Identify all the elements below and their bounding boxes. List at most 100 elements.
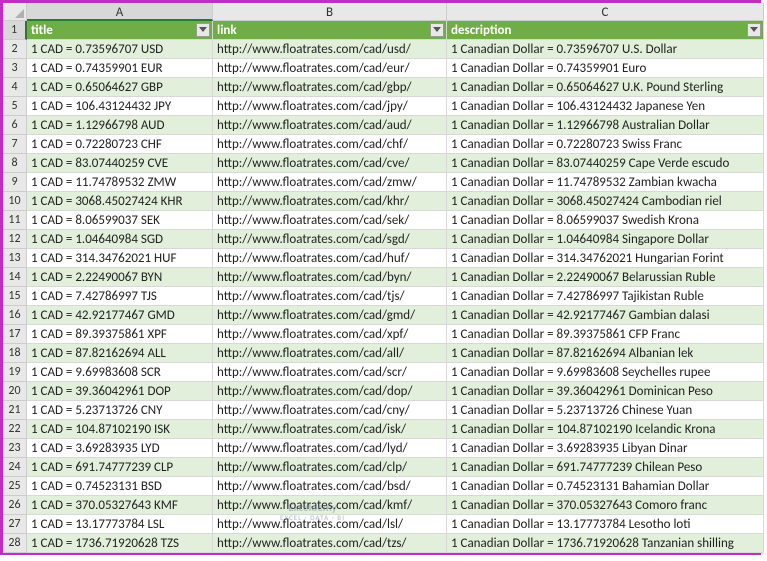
table-header-description[interactable]: description [447,21,764,40]
row-header-6[interactable]: 6 [3,116,27,135]
table-header-title[interactable]: title [27,21,213,40]
cell-description[interactable]: 1 Canadian Dollar = 106.43124432 Japanes… [447,97,764,116]
cell-link[interactable]: http://www.floatrates.com/cad/khr/ [213,192,447,211]
cell-description[interactable]: 1 Canadian Dollar = 9.69983608 Seychelle… [447,363,764,382]
cell-link[interactable]: http://www.floatrates.com/cad/lsl/ [213,515,447,534]
cell-link[interactable]: http://www.floatrates.com/cad/sgd/ [213,230,447,249]
cell-title[interactable]: 1 CAD = 8.06599037 SEK [27,211,213,230]
cell-link[interactable]: http://www.floatrates.com/cad/lyd/ [213,439,447,458]
row-header-11[interactable]: 11 [3,211,27,230]
cell-link[interactable]: http://www.floatrates.com/cad/xpf/ [213,325,447,344]
cell-title[interactable]: 1 CAD = 42.92177467 GMD [27,306,213,325]
row-header-21[interactable]: 21 [3,401,27,420]
cell-link[interactable]: http://www.floatrates.com/cad/tzs/ [213,534,447,553]
cell-link[interactable]: http://www.floatrates.com/cad/tjs/ [213,287,447,306]
row-header-5[interactable]: 5 [3,97,27,116]
cell-description[interactable]: 1 Canadian Dollar = 39.36042961 Dominica… [447,382,764,401]
column-header-a[interactable]: A [27,3,213,21]
cell-link[interactable]: http://www.floatrates.com/cad/cve/ [213,154,447,173]
cell-title[interactable]: 1 CAD = 2.22490067 BYN [27,268,213,287]
cell-link[interactable]: http://www.floatrates.com/cad/huf/ [213,249,447,268]
cell-title[interactable]: 1 CAD = 1.04640984 SGD [27,230,213,249]
cell-title[interactable]: 1 CAD = 83.07440259 CVE [27,154,213,173]
cell-description[interactable]: 1 Canadian Dollar = 87.82162694 Albanian… [447,344,764,363]
filter-dropdown-icon[interactable] [430,23,444,37]
cell-link[interactable]: http://www.floatrates.com/cad/bsd/ [213,477,447,496]
row-header-24[interactable]: 24 [3,458,27,477]
row-header-25[interactable]: 25 [3,477,27,496]
cell-title[interactable]: 1 CAD = 89.39375861 XPF [27,325,213,344]
row-header-7[interactable]: 7 [3,135,27,154]
cell-title[interactable]: 1 CAD = 5.23713726 CNY [27,401,213,420]
cell-description[interactable]: 1 Canadian Dollar = 0.65064627 U.K. Poun… [447,78,764,97]
cell-description[interactable]: 1 Canadian Dollar = 0.74359901 Euro [447,59,764,78]
cell-description[interactable]: 1 Canadian Dollar = 13.17773784 Lesotho … [447,515,764,534]
column-header-c[interactable]: C [447,3,764,21]
cell-description[interactable]: 1 Canadian Dollar = 3.69283935 Libyan Di… [447,439,764,458]
table-header-link[interactable]: link [213,21,447,40]
column-header-b[interactable]: B [213,3,447,21]
cell-title[interactable]: 1 CAD = 106.43124432 JPY [27,97,213,116]
cell-link[interactable]: http://www.floatrates.com/cad/all/ [213,344,447,363]
cell-title[interactable]: 1 CAD = 39.36042961 DOP [27,382,213,401]
cell-link[interactable]: http://www.floatrates.com/cad/aud/ [213,116,447,135]
cell-description[interactable]: 1 Canadian Dollar = 2.22490067 Belarussi… [447,268,764,287]
cell-title[interactable]: 1 CAD = 370.05327643 KMF [27,496,213,515]
row-header-15[interactable]: 15 [3,287,27,306]
row-header-23[interactable]: 23 [3,439,27,458]
cell-description[interactable]: 1 Canadian Dollar = 7.42786997 Tajikista… [447,287,764,306]
cell-title[interactable]: 1 CAD = 0.74359901 EUR [27,59,213,78]
row-header-3[interactable]: 3 [3,59,27,78]
cell-title[interactable]: 1 CAD = 87.82162694 ALL [27,344,213,363]
filter-dropdown-icon[interactable] [196,23,210,37]
cell-description[interactable]: 1 Canadian Dollar = 691.74777239 Chilean… [447,458,764,477]
cell-description[interactable]: 1 Canadian Dollar = 1.12966798 Australia… [447,116,764,135]
cell-link[interactable]: http://www.floatrates.com/cad/cny/ [213,401,447,420]
cell-title[interactable]: 1 CAD = 13.17773784 LSL [27,515,213,534]
cell-link[interactable]: http://www.floatrates.com/cad/dop/ [213,382,447,401]
row-header-14[interactable]: 14 [3,268,27,287]
cell-title[interactable]: 1 CAD = 3068.45027424 KHR [27,192,213,211]
row-header-22[interactable]: 22 [3,420,27,439]
row-header-8[interactable]: 8 [3,154,27,173]
row-header-13[interactable]: 13 [3,249,27,268]
cell-title[interactable]: 1 CAD = 9.69983608 SCR [27,363,213,382]
spreadsheet-grid[interactable]: ABC1titlelinkdescription21 CAD = 0.73596… [3,3,758,553]
cell-title[interactable]: 1 CAD = 3.69283935 LYD [27,439,213,458]
row-header-9[interactable]: 9 [3,173,27,192]
cell-description[interactable]: 1 Canadian Dollar = 89.39375861 CFP Fran… [447,325,764,344]
row-header-17[interactable]: 17 [3,325,27,344]
cell-title[interactable]: 1 CAD = 314.34762021 HUF [27,249,213,268]
cell-title[interactable]: 1 CAD = 691.74777239 CLP [27,458,213,477]
row-header-2[interactable]: 2 [3,40,27,59]
row-header-27[interactable]: 27 [3,515,27,534]
cell-link[interactable]: http://www.floatrates.com/cad/clp/ [213,458,447,477]
cell-description[interactable]: 1 Canadian Dollar = 3068.45027424 Cambod… [447,192,764,211]
cell-title[interactable]: 1 CAD = 1736.71920628 TZS [27,534,213,553]
cell-link[interactable]: http://www.floatrates.com/cad/jpy/ [213,97,447,116]
cell-title[interactable]: 1 CAD = 1.12966798 AUD [27,116,213,135]
select-all-corner[interactable] [3,3,27,21]
cell-description[interactable]: 1 Canadian Dollar = 314.34762021 Hungari… [447,249,764,268]
cell-link[interactable]: http://www.floatrates.com/cad/usd/ [213,40,447,59]
row-header-1[interactable]: 1 [3,21,27,40]
cell-description[interactable]: 1 Canadian Dollar = 83.07440259 Cape Ver… [447,154,764,173]
cell-description[interactable]: 1 Canadian Dollar = 0.74523131 Bahamian … [447,477,764,496]
cell-description[interactable]: 1 Canadian Dollar = 5.23713726 Chinese Y… [447,401,764,420]
cell-link[interactable]: http://www.floatrates.com/cad/chf/ [213,135,447,154]
cell-title[interactable]: 1 CAD = 7.42786997 TJS [27,287,213,306]
cell-link[interactable]: http://www.floatrates.com/cad/eur/ [213,59,447,78]
cell-description[interactable]: 1 Canadian Dollar = 1736.71920628 Tanzan… [447,534,764,553]
row-header-20[interactable]: 20 [3,382,27,401]
cell-title[interactable]: 1 CAD = 104.87102190 ISK [27,420,213,439]
cell-title[interactable]: 1 CAD = 0.74523131 BSD [27,477,213,496]
row-header-12[interactable]: 12 [3,230,27,249]
cell-link[interactable]: http://www.floatrates.com/cad/gbp/ [213,78,447,97]
cell-description[interactable]: 1 Canadian Dollar = 104.87102190 Iceland… [447,420,764,439]
cell-link[interactable]: http://www.floatrates.com/cad/scr/ [213,363,447,382]
cell-link[interactable]: http://www.floatrates.com/cad/isk/ [213,420,447,439]
cell-description[interactable]: 1 Canadian Dollar = 0.73596707 U.S. Doll… [447,40,764,59]
cell-title[interactable]: 1 CAD = 0.72280723 CHF [27,135,213,154]
row-header-10[interactable]: 10 [3,192,27,211]
cell-description[interactable]: 1 Canadian Dollar = 11.74789532 Zambian … [447,173,764,192]
